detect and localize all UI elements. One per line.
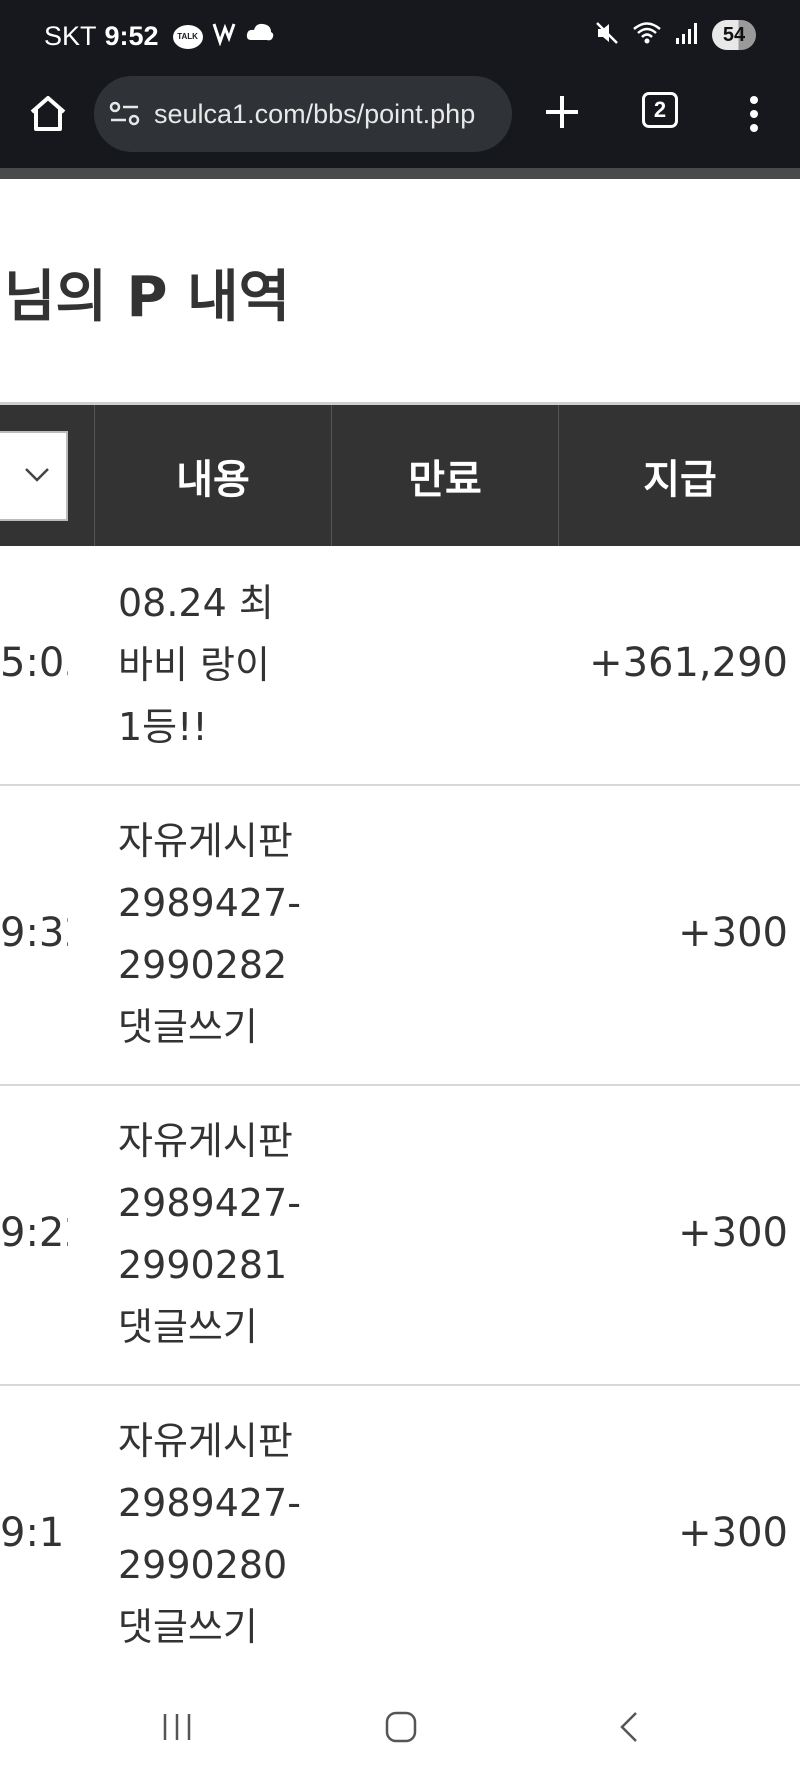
row-amount: +300	[678, 910, 788, 956]
row-amount: +361,290	[589, 640, 788, 686]
recents-icon	[163, 1714, 191, 1740]
back-button[interactable]	[612, 1710, 646, 1748]
content-line: 자유게시판	[118, 819, 293, 863]
wifi-icon	[632, 20, 662, 50]
content-line: 자유게시판	[118, 1419, 293, 1463]
tab-switcher-button[interactable]: 2	[642, 92, 678, 128]
table-row: 9:11 자유게시판 2989427- 2990280 댓글쓰기 +300	[0, 1386, 800, 1680]
content-line: 2990282	[118, 943, 288, 987]
status-left: SKT 9:52 TALK	[44, 20, 275, 53]
new-tab-button[interactable]	[542, 92, 582, 132]
signal-icon	[674, 20, 700, 50]
home-button[interactable]	[26, 92, 70, 136]
row-amount: +300	[678, 1510, 788, 1556]
plus-icon	[546, 96, 578, 128]
filter-select[interactable]	[0, 431, 68, 521]
carrier-label: SKT	[44, 21, 97, 51]
kakaotalk-icon: TALK	[172, 24, 203, 49]
back-icon	[620, 1712, 637, 1742]
column-header-expire: 만료	[331, 405, 558, 546]
content-line: 댓글쓰기	[118, 1605, 258, 1649]
cloud-icon	[245, 20, 275, 53]
system-nav-bar	[0, 1680, 800, 1778]
page-top-divider	[0, 168, 800, 179]
content-line: 2990280	[118, 1543, 288, 1587]
menu-button[interactable]	[742, 90, 766, 138]
row-content: 자유게시판 2989427- 2990281 댓글쓰기	[118, 1110, 328, 1358]
content-line: 2989427-	[118, 1481, 301, 1525]
row-amount: +300	[678, 1210, 788, 1256]
content-line: 자유게시판	[118, 1119, 293, 1163]
vpn-icon	[211, 20, 237, 53]
row-time: 9:22	[0, 1210, 68, 1256]
row-content: 자유게시판 2989427- 2990282 댓글쓰기	[118, 810, 328, 1058]
system-home-button[interactable]	[384, 1710, 418, 1748]
content-line: 08.24 최	[118, 581, 274, 625]
row-content: 자유게시판 2989427- 2990280 댓글쓰기	[118, 1410, 328, 1658]
more-vert-icon	[750, 96, 758, 132]
home-icon	[30, 96, 66, 131]
page-title: 님의 P 내역	[4, 265, 291, 330]
column-header-amount: 지급	[558, 405, 800, 546]
row-content: 08.24 최 바비 랑이 1등!!	[118, 572, 328, 758]
table-row: 9:22 자유게시판 2989427- 2990281 댓글쓰기 +300	[0, 1086, 800, 1386]
status-bar: SKT 9:52 TALK 54	[0, 0, 800, 72]
content-line: 2990281	[118, 1243, 288, 1287]
column-header-content: 내용	[94, 405, 331, 546]
recent-apps-button[interactable]	[160, 1710, 194, 1748]
table-header: 내용 만료 지급	[0, 402, 800, 546]
browser-toolbar: seulca1.com/bbs/point.php 2	[0, 72, 800, 168]
address-bar[interactable]: seulca1.com/bbs/point.php	[94, 76, 512, 152]
content-line: 바비 랑이	[118, 643, 270, 687]
table-row: 5:05 08.24 최 바비 랑이 1등!! +361,290	[0, 546, 800, 786]
mute-icon	[594, 20, 620, 50]
row-time: 9:11	[0, 1510, 68, 1556]
clock: 9:52	[104, 21, 159, 51]
content-line: 댓글쓰기	[118, 1305, 258, 1349]
battery-indicator: 54	[712, 20, 756, 50]
content-line: 2989427-	[118, 1181, 301, 1225]
chevron-down-icon	[25, 468, 49, 482]
row-time: 9:32	[0, 910, 68, 956]
content-line: 댓글쓰기	[118, 1005, 258, 1049]
content-line: 2989427-	[118, 881, 301, 925]
home-square-icon	[385, 1711, 417, 1743]
status-right: 54	[594, 20, 756, 50]
url-text[interactable]: seulca1.com/bbs/point.php	[154, 99, 475, 130]
row-time: 5:05	[0, 640, 68, 686]
content-line: 1등!!	[118, 705, 208, 749]
site-info-icon[interactable]	[108, 99, 142, 129]
table-row: 9:32 자유게시판 2989427- 2990282 댓글쓰기 +300	[0, 786, 800, 1086]
